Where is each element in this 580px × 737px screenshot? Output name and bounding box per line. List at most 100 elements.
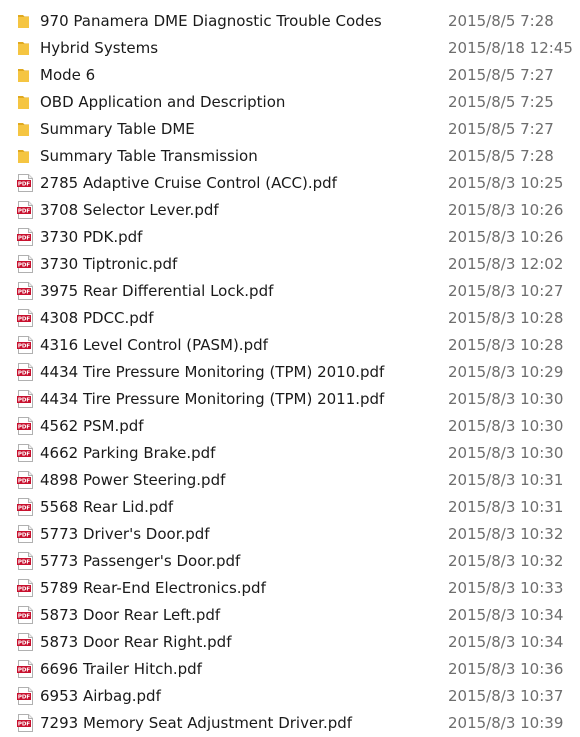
file-row[interactable]: PDF 5873 Door Rear Left.pdf 2015/8/3 10:34 <box>0 602 580 629</box>
date-modified: 2015/8/3 10:29 <box>448 363 564 381</box>
pdf-icon-label: PDF <box>18 614 31 620</box>
pdf-icon: PDF <box>17 606 34 624</box>
date-modified: 2015/8/3 10:31 <box>448 498 564 516</box>
pdf-icon: PDF <box>17 309 34 327</box>
date-modified: 2015/8/5 7:28 <box>448 147 554 165</box>
file-row[interactable]: PDF 7293 Memory Seat Adjustment Driver.pd… <box>0 710 580 737</box>
folder-icon <box>17 147 34 165</box>
file-row[interactable]: PDF 4316 Level Control (PASM).pdf 2015/8/3… <box>0 332 580 359</box>
date-modified: 2015/8/3 10:25 <box>448 174 564 192</box>
pdf-icon: PDF <box>17 174 34 192</box>
file-name: 4434 Tire Pressure Monitoring (TPM) 2011… <box>40 390 385 408</box>
file-name: 3708 Selector Lever.pdf <box>40 201 219 219</box>
pdf-icon: PDF <box>17 417 34 435</box>
file-row[interactable]: PDF 2785 Adaptive Cruise Control (ACC).pd… <box>0 170 580 197</box>
pdf-icon: PDF <box>17 201 34 219</box>
pdf-icon-label: PDF <box>18 506 31 512</box>
folder-row[interactable]: Summary Table Transmission 2015/8/5 7:28 <box>0 143 580 170</box>
file-row[interactable]: PDF 4898 Power Steering.pdf 2015/8/3 10:31 <box>0 467 580 494</box>
date-modified: 2015/8/3 10:39 <box>448 714 564 732</box>
date-modified: 2015/8/3 10:26 <box>448 228 564 246</box>
file-name: 2785 Adaptive Cruise Control (ACC).pdf <box>40 174 337 192</box>
file-row[interactable]: PDF 4434 Tire Pressure Monitoring (TPM) 2… <box>0 359 580 386</box>
file-row[interactable]: PDF 5789 Rear-End Electronics.pdf 2015/8/3… <box>0 575 580 602</box>
folder-row[interactable]: Hybrid Systems 2015/8/18 12:45 <box>0 35 580 62</box>
pdf-icon-label: PDF <box>18 344 31 350</box>
pdf-icon-label: PDF <box>18 479 31 485</box>
file-name: 4308 PDCC.pdf <box>40 309 154 327</box>
file-row[interactable]: PDF 4662 Parking Brake.pdf 2015/8/3 10:30 <box>0 440 580 467</box>
file-name: 4562 PSM.pdf <box>40 417 144 435</box>
file-row[interactable]: PDF 4434 Tire Pressure Monitoring (TPM) 2… <box>0 386 580 413</box>
pdf-icon: PDF <box>17 390 34 408</box>
file-name: 6696 Trailer Hitch.pdf <box>40 660 202 678</box>
date-modified: 2015/8/3 10:34 <box>448 606 564 624</box>
folder-icon <box>17 120 34 138</box>
file-name: Hybrid Systems <box>40 39 159 57</box>
file-row[interactable]: PDF 6953 Airbag.pdf 2015/8/3 10:37 <box>0 683 580 710</box>
date-modified: 2015/8/5 7:28 <box>448 12 554 30</box>
folder-row[interactable]: Mode 6 2015/8/5 7:27 <box>0 62 580 89</box>
file-name: Mode 6 <box>40 66 96 84</box>
date-modified: 2015/8/3 10:32 <box>448 525 564 543</box>
file-row[interactable]: PDF 3730 PDK.pdf 2015/8/3 10:26 <box>0 224 580 251</box>
pdf-icon: PDF <box>17 282 34 300</box>
file-row[interactable]: PDF 4562 PSM.pdf 2015/8/3 10:30 <box>0 413 580 440</box>
date-modified: 2015/8/3 12:02 <box>448 255 564 273</box>
folder-row[interactable]: OBD Application and Description 2015/8/5 … <box>0 89 580 116</box>
pdf-icon-label: PDF <box>18 317 31 323</box>
folder-icon <box>17 12 34 30</box>
pdf-icon-label: PDF <box>18 452 31 458</box>
file-name: 3730 Tiptronic.pdf <box>40 255 178 273</box>
file-name: 5773 Driver's Door.pdf <box>40 525 210 543</box>
file-row[interactable]: PDF 3708 Selector Lever.pdf 2015/8/3 10:26 <box>0 197 580 224</box>
pdf-icon: PDF <box>17 444 34 462</box>
folder-row[interactable]: 970 Panamera DME Diagnostic Trouble Code… <box>0 8 580 35</box>
date-modified: 2015/8/18 12:45 <box>448 39 573 57</box>
file-row[interactable]: PDF 5773 Driver's Door.pdf 2015/8/3 10:32 <box>0 521 580 548</box>
pdf-icon-label: PDF <box>18 371 31 377</box>
pdf-icon-label: PDF <box>18 263 31 269</box>
pdf-icon-label: PDF <box>18 209 31 215</box>
pdf-icon: PDF <box>17 498 34 516</box>
file-name: 3730 PDK.pdf <box>40 228 143 246</box>
pdf-icon-label: PDF <box>18 722 31 728</box>
date-modified: 2015/8/3 10:36 <box>448 660 564 678</box>
file-name: Summary Table Transmission <box>40 147 258 165</box>
pdf-icon: PDF <box>17 633 34 651</box>
date-modified: 2015/8/3 10:37 <box>448 687 564 705</box>
file-row[interactable]: PDF 5773 Passenger's Door.pdf 2015/8/3 10:… <box>0 548 580 575</box>
pdf-icon-label: PDF <box>18 182 31 188</box>
date-modified: 2015/8/3 10:28 <box>448 309 564 327</box>
pdf-icon: PDF <box>17 714 34 732</box>
date-modified: 2015/8/5 7:27 <box>448 66 554 84</box>
file-row[interactable]: PDF 3730 Tiptronic.pdf 2015/8/3 12:02 <box>0 251 580 278</box>
date-modified: 2015/8/3 10:30 <box>448 444 564 462</box>
file-row[interactable]: PDF 3975 Rear Differential Lock.pdf 2015/8… <box>0 278 580 305</box>
pdf-icon: PDF <box>17 363 34 381</box>
folder-row[interactable]: Summary Table DME 2015/8/5 7:27 <box>0 116 580 143</box>
pdf-icon: PDF <box>17 660 34 678</box>
date-modified: 2015/8/3 10:28 <box>448 336 564 354</box>
pdf-icon: PDF <box>17 336 34 354</box>
file-list: 970 Panamera DME Diagnostic Trouble Code… <box>0 8 580 737</box>
pdf-icon-label: PDF <box>18 425 31 431</box>
pdf-icon-label: PDF <box>18 236 31 242</box>
pdf-icon-label: PDF <box>18 290 31 296</box>
file-row[interactable]: PDF 5568 Rear Lid.pdf 2015/8/3 10:31 <box>0 494 580 521</box>
file-name: 5873 Door Rear Left.pdf <box>40 606 221 624</box>
date-modified: 2015/8/3 10:27 <box>448 282 564 300</box>
date-modified: 2015/8/5 7:27 <box>448 120 554 138</box>
file-row[interactable]: PDF 4308 PDCC.pdf 2015/8/3 10:28 <box>0 305 580 332</box>
folder-icon <box>17 39 34 57</box>
date-modified: 2015/8/3 10:31 <box>448 471 564 489</box>
folder-icon <box>17 93 34 111</box>
file-name: 970 Panamera DME Diagnostic Trouble Code… <box>40 12 382 30</box>
file-name: 3975 Rear Differential Lock.pdf <box>40 282 274 300</box>
file-row[interactable]: PDF 5873 Door Rear Right.pdf 2015/8/3 10:3… <box>0 629 580 656</box>
file-name: 4898 Power Steering.pdf <box>40 471 226 489</box>
pdf-icon-label: PDF <box>18 398 31 404</box>
pdf-icon: PDF <box>17 471 34 489</box>
pdf-icon-label: PDF <box>18 695 31 701</box>
file-row[interactable]: PDF 6696 Trailer Hitch.pdf 2015/8/3 10:36 <box>0 656 580 683</box>
